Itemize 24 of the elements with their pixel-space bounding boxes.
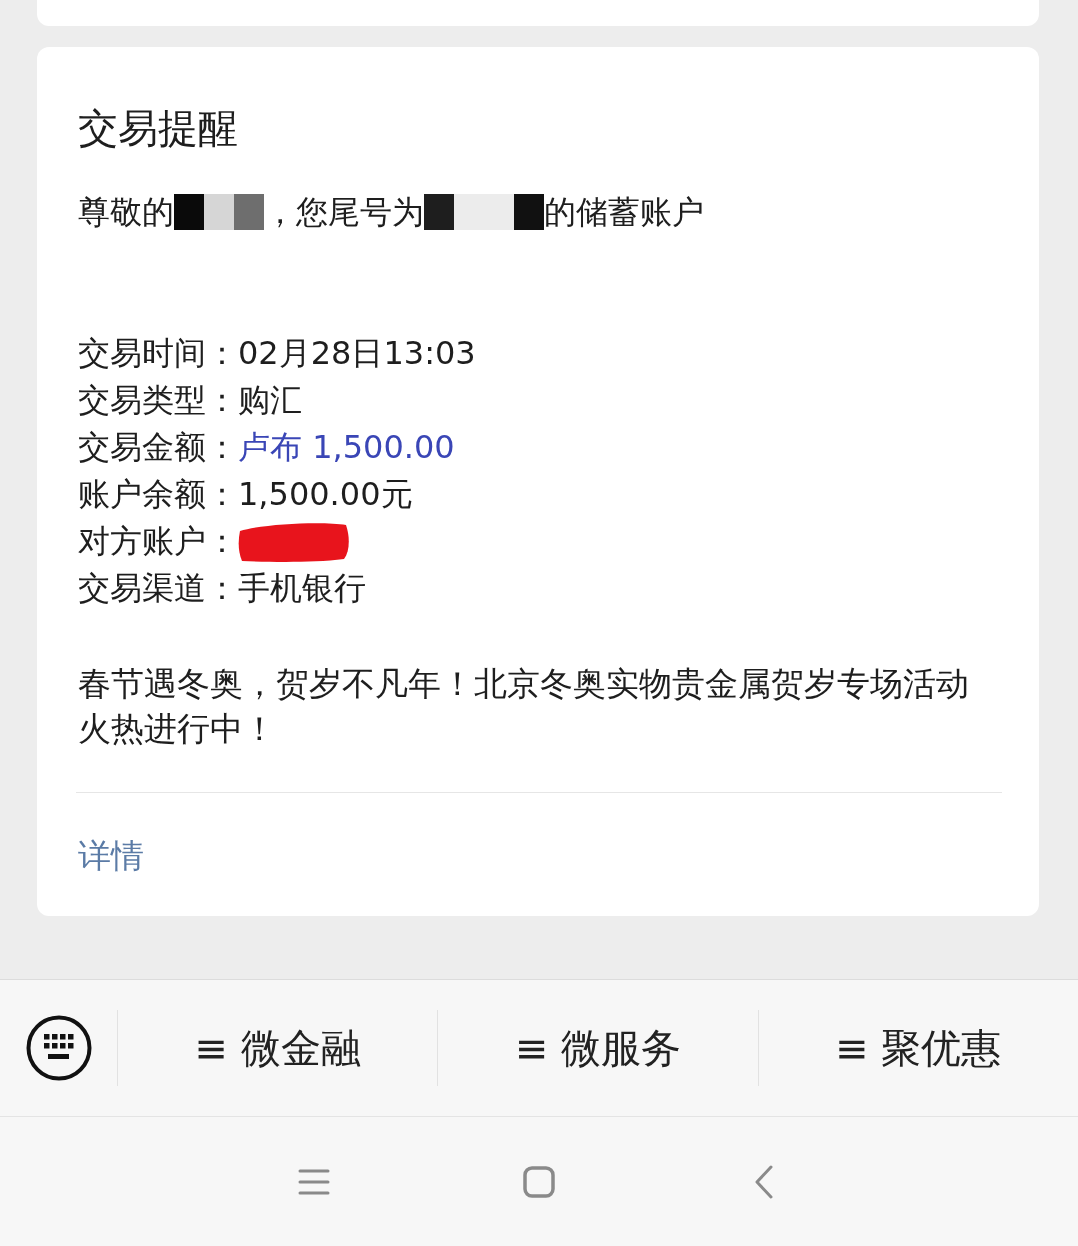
field-value: 1,500.00元	[238, 474, 413, 515]
menu-button[interactable]: ≡ 微服务	[437, 1010, 758, 1086]
back-icon[interactable]	[754, 1164, 774, 1199]
menu-icon[interactable]	[298, 1167, 330, 1196]
field-value: 手机银行	[238, 568, 366, 609]
details-link[interactable]: 详情	[78, 832, 144, 880]
square-icon[interactable]	[523, 1165, 555, 1198]
amount-value: 卢布 1,500.00	[238, 427, 455, 468]
field-label: 交易时间：	[78, 333, 238, 374]
field-label: 交易渠道：	[78, 568, 238, 609]
promo-text: 春节遇冬奥，贺岁不凡年！北京冬奥实物贵金属贺岁专场活动火热进行中！	[78, 663, 970, 750]
field-label: 对方账户：	[78, 521, 238, 562]
field-label: 交易金额：	[78, 427, 238, 468]
field-value: 购汇	[238, 380, 302, 421]
field-label: 账户余额：	[78, 474, 238, 515]
message-title: 交易提醒	[78, 104, 239, 153]
greeting-text: 尊敬的	[78, 192, 174, 233]
field-value: 02月28日13:03	[238, 333, 476, 374]
field-label: 交易类型：	[78, 380, 238, 421]
menu-button[interactable]: ≡ 微金融	[117, 1010, 438, 1086]
greeting-text: ，您尾号为	[264, 192, 424, 233]
greeting-text: 的储蓄账户	[544, 192, 704, 233]
menu-button[interactable]: ≡ 聚优惠	[757, 1010, 1078, 1086]
keyboard-icon	[25, 1015, 92, 1081]
